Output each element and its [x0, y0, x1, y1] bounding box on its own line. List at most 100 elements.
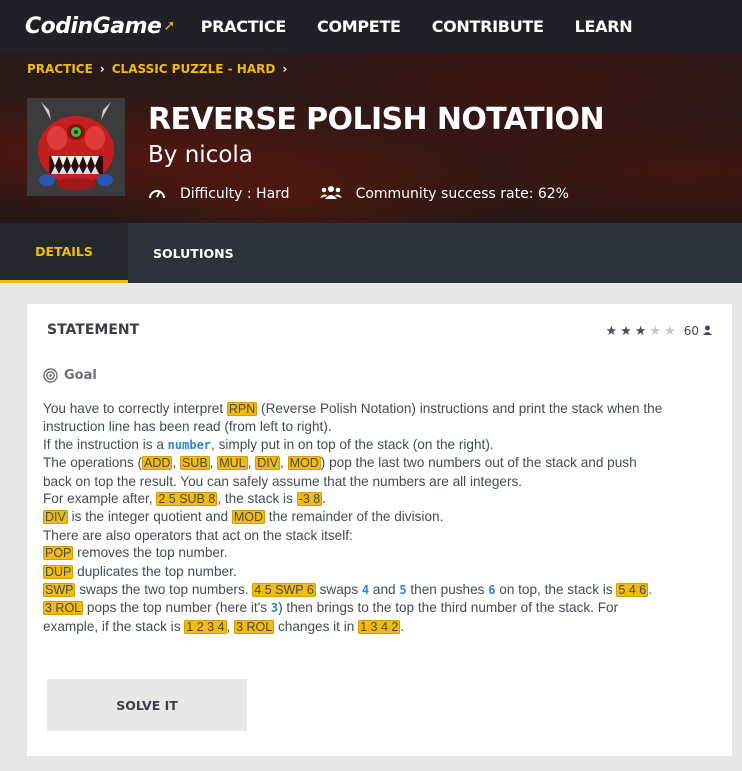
- inline-code: -3 8: [296, 492, 323, 507]
- statement-line: If the instruction is a number, simply p…: [43, 436, 723, 454]
- nav-learn[interactable]: LEARN: [575, 17, 633, 36]
- inline-code: DUP: [43, 564, 74, 579]
- nav-practice[interactable]: PRACTICE: [201, 17, 287, 36]
- star-icon[interactable]: ★: [605, 323, 617, 339]
- goal-section-title: Goal: [43, 368, 97, 383]
- inline-code: DIV: [255, 456, 281, 471]
- star-icon[interactable]: ★: [620, 323, 632, 339]
- statement-text-run: back on top the result. You can safely a…: [43, 473, 523, 489]
- users-icon: [319, 185, 342, 203]
- statement-text-run: and: [369, 582, 400, 598]
- inline-code: MOD: [231, 510, 266, 525]
- statement-line: For example after, 2 5 SUB 8, the stack …: [43, 490, 723, 508]
- statement-heading: STATEMENT: [47, 322, 140, 338]
- statement-text-run: , the stack is: [217, 491, 297, 507]
- puzzle-title: REVERSE POLISH NOTATION: [148, 102, 605, 137]
- logo-text: CodinGame: [25, 13, 162, 39]
- statement-card: STATEMENT ★ ★ ★ ★ ★ 60 Goal You have to …: [27, 304, 732, 756]
- inline-code: 1 2 3 4: [184, 619, 227, 634]
- difficulty-label: Difficulty : Hard: [180, 186, 290, 202]
- star-icon[interactable]: ★: [635, 323, 647, 339]
- inline-code: POP: [43, 546, 74, 561]
- statement-text-run: the remainder of the division.: [265, 509, 444, 525]
- statement-text-run: pops the top number (here it's: [83, 600, 271, 616]
- statement-text-run: removes the top number.: [73, 545, 228, 561]
- breadcrumb-classic-puzzle[interactable]: CLASSIC PUZZLE - HARD: [112, 62, 276, 76]
- inline-code: 1 3 4 2: [358, 619, 401, 634]
- statement-text-run: changes it in: [274, 618, 359, 634]
- statement-line: There are also operators that act on the…: [43, 527, 723, 544]
- statement-line: The operations (ADD, SUB, MUL, DIV, MOD)…: [43, 454, 723, 472]
- statement-text-run: ,: [172, 455, 180, 471]
- statement-text-run: then pushes: [406, 582, 489, 598]
- statement-text-run: The operations (: [43, 455, 142, 471]
- inline-code: 5 4 6: [616, 583, 649, 598]
- target-icon: [43, 368, 58, 383]
- statement-line: instruction line has been read (from lef…: [43, 418, 723, 435]
- statement-text-run: swaps the two top numbers.: [75, 582, 253, 598]
- user-icon: [703, 325, 712, 338]
- statement-line: 3 ROL pops the top number (here it's 3) …: [43, 599, 723, 617]
- inline-variable: number: [167, 437, 212, 452]
- logo-swoosh-icon: ➚: [163, 18, 175, 34]
- statement-text-run: example, if the stack is: [43, 618, 185, 634]
- statement-text-run: .: [322, 491, 326, 507]
- statement-text-run: (Reverse Polish Notation) instructions a…: [257, 401, 663, 416]
- statement-text-run: is the integer quotient and: [67, 509, 232, 525]
- inline-code: SWP: [43, 583, 76, 598]
- puzzle-stats: Difficulty : Hard Community success rate…: [148, 184, 569, 204]
- statement-text-run: ) pop the last two numbers out of the st…: [320, 455, 637, 471]
- statement-text-run: duplicates the top number.: [73, 563, 237, 579]
- statement-line: SWP swaps the two top numbers. 4 5 SWP 6…: [43, 581, 723, 599]
- inline-code: MOD: [287, 456, 321, 471]
- nav-compete[interactable]: COMPETE: [317, 17, 401, 36]
- top-navbar: CodinGame ➚ PRACTICE COMPETE CONTRIBUTE …: [0, 0, 742, 52]
- puzzle-hero: PRACTICE › CLASSIC PUZZLE - HARD › REVER…: [0, 52, 742, 223]
- nav-contribute[interactable]: CONTRIBUTE: [432, 17, 544, 36]
- inline-code: DIV: [43, 510, 68, 525]
- inline-code: 3 ROL: [234, 619, 275, 634]
- tab-solutions[interactable]: SOLUTIONS: [128, 223, 259, 283]
- statement-line: You have to correctly interpret RPN (Rev…: [43, 400, 723, 418]
- inline-code: MUL: [217, 456, 248, 471]
- statement-line: back on top the result. You can safely a…: [43, 473, 723, 490]
- statement-text-run: instruction line has been read (from lef…: [43, 419, 332, 435]
- statement-text-run: ,: [226, 618, 235, 634]
- rating-count: 60: [683, 324, 699, 338]
- star-icon[interactable]: ★: [664, 323, 676, 339]
- breadcrumb-practice[interactable]: PRACTICE: [27, 62, 93, 76]
- statement-text-run: If the instruction is a: [43, 436, 168, 452]
- statement-text-run: There are also operators that act on the…: [43, 527, 353, 543]
- statement-text-run: swaps: [315, 582, 362, 598]
- inline-code: 2 5 SUB 8: [156, 492, 218, 507]
- inline-code: RPN: [226, 402, 258, 416]
- statement-text-run: on top, the stack is: [495, 582, 617, 598]
- statement-text: You have to correctly interpret RPN (Rev…: [43, 400, 723, 636]
- statement-text-run: .: [400, 618, 405, 634]
- chevron-right-icon: ›: [282, 62, 288, 76]
- inline-code: ADD: [142, 456, 173, 471]
- statement-text-run: .: [648, 582, 652, 598]
- statement-line: DIV is the integer quotient and MOD the …: [43, 508, 723, 526]
- codingame-logo[interactable]: CodinGame ➚: [25, 14, 175, 39]
- statement-line: POP removes the top number.: [43, 544, 723, 562]
- success-rate-label: Community success rate: 62%: [355, 186, 569, 202]
- gauge-icon: [148, 184, 166, 204]
- statement-text-run: ) then brings to the top the third numbe…: [278, 600, 619, 616]
- statement-text-run: ,: [280, 455, 288, 471]
- tab-details[interactable]: DETAILS: [0, 223, 128, 283]
- inline-variable: 5: [399, 583, 407, 598]
- statement-line: example, if the stack is 1 2 3 4, 3 ROL …: [43, 618, 723, 636]
- main-nav: PRACTICE COMPETE CONTRIBUTE LEARN: [201, 17, 664, 36]
- solve-it-button[interactable]: SOLVE IT: [47, 679, 247, 731]
- puzzle-author[interactable]: By nicola: [148, 142, 253, 168]
- goal-label: Goal: [64, 368, 97, 383]
- chevron-right-icon: ›: [99, 62, 105, 76]
- star-icon[interactable]: ★: [649, 323, 661, 339]
- statement-text-run: You have to correctly interpret: [43, 401, 227, 416]
- inline-code: 3 ROL: [43, 601, 84, 616]
- statement-text-run: For example after,: [43, 491, 157, 507]
- inline-code: SUB: [179, 456, 210, 471]
- inline-code: 4 5 SWP 6: [252, 583, 316, 598]
- puzzle-avatar: [27, 98, 125, 196]
